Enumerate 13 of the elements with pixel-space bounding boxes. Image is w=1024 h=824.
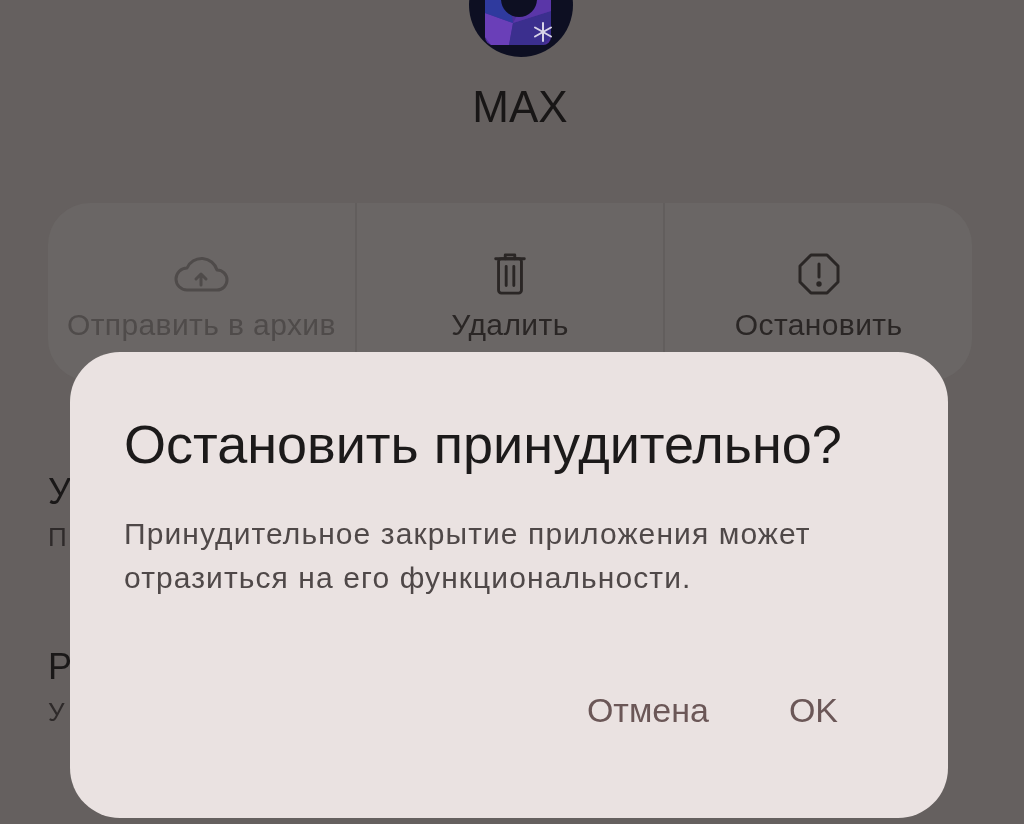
cancel-button[interactable]: Отмена [566,680,729,740]
ok-button[interactable]: OK [768,680,858,740]
dialog-title: Остановить принудительно? [124,414,843,474]
action-button[interactable]: Остановить [665,203,972,381]
trash-icon [492,253,528,295]
setting-title: Р [48,647,72,687]
dialog-message: Принудительное закрытие приложения может отразиться на его функциональности. [124,516,812,596]
app-icon [468,0,573,57]
setting-title: У [48,472,71,512]
action-button[interactable]: Удалить [356,203,664,381]
octagon-alert-icon [797,253,840,295]
setting-subtitle: У [48,696,65,728]
app-name: MAX [472,81,568,133]
